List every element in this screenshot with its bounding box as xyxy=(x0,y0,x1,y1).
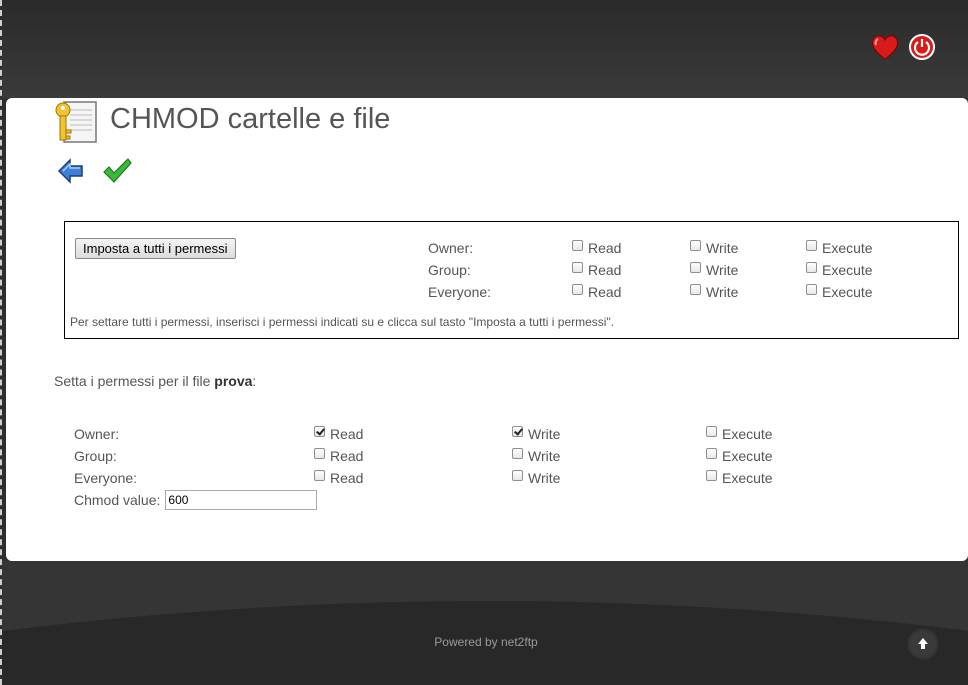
back-arrow-icon[interactable] xyxy=(56,156,86,186)
write-label: Write xyxy=(706,240,739,256)
read-label: Read xyxy=(330,470,364,486)
file-row-group: Group: Read Write Execute xyxy=(74,447,834,470)
apply-to-all-button[interactable]: Imposta a tutti i permessi xyxy=(75,238,236,259)
bulk-row-owner: Owner: Read Write Execute xyxy=(428,239,948,262)
bulk-group-write-checkbox[interactable] xyxy=(690,261,701,273)
write-label: Write xyxy=(706,262,739,278)
chmod-value-input[interactable] xyxy=(165,490,318,510)
bulk-row-everyone: Everyone: Read Write Execute xyxy=(428,283,948,306)
row-label: Owner: xyxy=(428,240,474,256)
bulk-help-text: Per settare tutti i permessi, inserisci … xyxy=(70,315,615,329)
bulk-everyone-write-checkbox[interactable] xyxy=(690,283,701,295)
bulk-owner-read-checkbox[interactable] xyxy=(572,239,583,251)
key-document-icon xyxy=(55,101,97,143)
read-label: Read xyxy=(330,448,364,464)
bulk-everyone-execute-checkbox[interactable] xyxy=(806,283,817,295)
row-label: Everyone: xyxy=(428,284,492,300)
chmod-value-row: Chmod value: xyxy=(74,490,318,510)
write-label: Write xyxy=(528,426,561,442)
bulk-everyone-read-checkbox[interactable] xyxy=(572,283,583,295)
bulk-owner-write-checkbox[interactable] xyxy=(690,239,701,251)
bulk-group-read-checkbox[interactable] xyxy=(572,261,583,273)
page-title: CHMOD cartelle e file xyxy=(110,103,391,135)
group-execute-checkbox[interactable] xyxy=(706,447,717,459)
execute-label: Execute xyxy=(822,240,873,256)
file-permissions-label: Setta i permessi per il file prova: xyxy=(54,373,256,389)
top-bar xyxy=(2,0,968,98)
powered-by-text: Powered by net2ftp xyxy=(434,635,538,649)
execute-label: Execute xyxy=(822,284,873,300)
main-panel: CHMOD cartelle e file Imposta a tutti i … xyxy=(6,98,968,561)
write-label: Write xyxy=(528,448,561,464)
file-label-prefix: Setta i permessi per il file xyxy=(54,373,215,389)
arrow-up-icon xyxy=(918,638,928,649)
read-label: Read xyxy=(588,284,622,300)
file-row-everyone: Everyone: Read Write Execute xyxy=(74,469,834,492)
read-label: Read xyxy=(588,240,622,256)
bulk-owner-execute-checkbox[interactable] xyxy=(806,239,817,251)
owner-read-checkbox[interactable] xyxy=(314,425,325,437)
app-frame: CHMOD cartelle e file Imposta a tutti i … xyxy=(0,0,968,685)
execute-label: Execute xyxy=(822,262,873,278)
file-label-suffix: : xyxy=(252,373,257,389)
checkmark-icon[interactable] xyxy=(102,156,132,186)
owner-write-checkbox[interactable] xyxy=(512,425,523,437)
execute-label: Execute xyxy=(722,470,773,486)
chmod-value-label: Chmod value: xyxy=(74,492,161,508)
execute-label: Execute xyxy=(722,426,773,442)
everyone-execute-checkbox[interactable] xyxy=(706,469,717,481)
file-name: prova xyxy=(214,373,253,389)
heart-icon[interactable] xyxy=(870,33,900,61)
scroll-to-top-button[interactable] xyxy=(906,627,940,661)
row-label: Group: xyxy=(74,448,117,464)
bulk-permissions-box: Imposta a tutti i permessi Owner: Read W… xyxy=(64,221,959,339)
everyone-write-checkbox[interactable] xyxy=(512,469,523,481)
execute-label: Execute xyxy=(722,448,773,464)
file-row-owner: Owner: Read Write Execute xyxy=(74,425,834,448)
write-label: Write xyxy=(706,284,739,300)
group-write-checkbox[interactable] xyxy=(512,447,523,459)
file-permissions-grid: Owner: Read Write Execute Group: Read Wr… xyxy=(74,425,834,492)
write-label: Write xyxy=(528,470,561,486)
power-icon[interactable] xyxy=(908,33,938,61)
everyone-read-checkbox[interactable] xyxy=(314,469,325,481)
bulk-permissions-grid: Owner: Read Write Execute Group: Read Wr… xyxy=(428,239,948,306)
footer-background xyxy=(2,561,968,685)
row-label: Owner: xyxy=(74,426,120,442)
bulk-row-group: Group: Read Write Execute xyxy=(428,261,948,284)
read-label: Read xyxy=(330,426,364,442)
group-read-checkbox[interactable] xyxy=(314,447,325,459)
row-label: Group: xyxy=(428,262,471,278)
owner-execute-checkbox[interactable] xyxy=(706,425,717,437)
bulk-group-execute-checkbox[interactable] xyxy=(806,261,817,273)
read-label: Read xyxy=(588,262,622,278)
row-label: Everyone: xyxy=(74,470,138,486)
